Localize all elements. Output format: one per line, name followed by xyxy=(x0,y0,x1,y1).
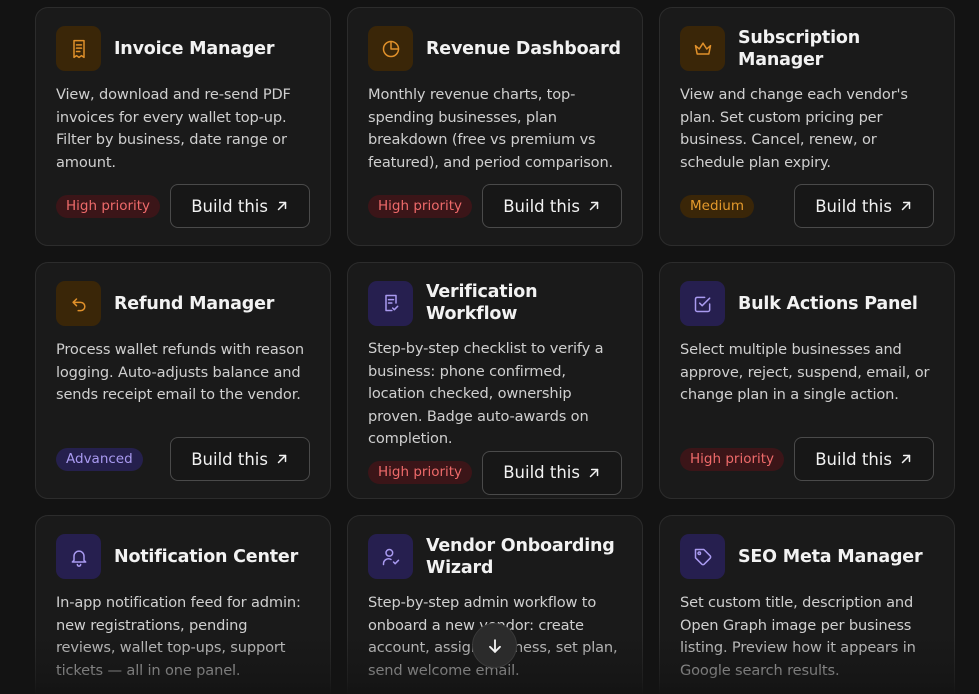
pie-chart-icon xyxy=(368,26,413,71)
card-refund-manager: Refund Manager Process wallet refunds wi… xyxy=(35,262,331,499)
card-header: Bulk Actions Panel xyxy=(680,281,934,326)
card-footer: High priority Build this xyxy=(680,437,934,481)
card-title: Notification Center xyxy=(114,546,299,567)
build-button-label: Build this xyxy=(815,196,892,216)
card-header: Invoice Manager xyxy=(56,26,310,71)
tag-icon xyxy=(680,534,725,579)
card-title: Vendor Onboarding Wizard xyxy=(426,535,615,578)
card-header: Refund Manager xyxy=(56,281,310,326)
build-button-label: Build this xyxy=(503,463,580,482)
checkbox-icon xyxy=(680,281,725,326)
user-check-icon xyxy=(368,534,413,579)
card-footer: High priority Build this xyxy=(368,450,622,495)
card-title: Bulk Actions Panel xyxy=(738,293,918,314)
feature-grid: Invoice Manager View, download and re-se… xyxy=(35,7,955,694)
card-bulk-actions-panel: Bulk Actions Panel Select multiple busin… xyxy=(659,262,955,499)
priority-badge: High priority xyxy=(680,447,785,471)
card-description: Step-by-step checklist to verify a busin… xyxy=(368,340,604,447)
crown-icon xyxy=(680,26,725,71)
arrow-up-right-icon xyxy=(277,454,287,464)
card-verification-workflow: Verification Workflow Step-by-step check… xyxy=(347,262,643,499)
build-button-label: Build this xyxy=(815,449,892,469)
card-description: In-app notification feed for admin: new … xyxy=(56,594,301,679)
card-title: Invoice Manager xyxy=(114,38,275,59)
build-button-label: Build this xyxy=(503,196,580,216)
card-title: Revenue Dashboard xyxy=(426,38,621,59)
card-title: Refund Manager xyxy=(114,293,275,314)
card-invoice-manager: Invoice Manager View, download and re-se… xyxy=(35,7,331,246)
card-seo-meta-manager: SEO Meta Manager Set custom title, descr… xyxy=(659,515,955,694)
card-footer: Advanced Build this xyxy=(56,437,310,481)
arrow-down-icon xyxy=(488,638,501,653)
arrow-up-right-icon xyxy=(589,201,599,211)
undo-arrow-icon xyxy=(56,281,101,326)
file-check-icon xyxy=(368,280,413,326)
card-header: Verification Workflow xyxy=(368,280,622,326)
build-this-button[interactable]: Build this xyxy=(170,437,310,481)
card-header: Notification Center xyxy=(56,534,310,579)
card-description: Process wallet refunds with reason loggi… xyxy=(56,341,305,403)
arrow-up-right-icon xyxy=(901,201,911,211)
card-title: Subscription Manager xyxy=(738,27,860,70)
scroll-down-button[interactable] xyxy=(472,623,517,668)
card-revenue-dashboard: Revenue Dashboard Monthly revenue charts… xyxy=(347,7,643,246)
build-this-button[interactable]: Build this xyxy=(482,450,622,495)
card-footer: Medium Build this xyxy=(680,184,934,228)
arrow-up-right-icon xyxy=(901,454,911,464)
card-footer: High priority Build this xyxy=(368,184,622,228)
build-this-button[interactable]: Build this xyxy=(482,184,622,228)
build-button-label: Build this xyxy=(191,449,268,469)
priority-badge: High priority xyxy=(368,461,473,484)
card-header: Revenue Dashboard xyxy=(368,26,622,71)
card-notification-center: Notification Center In-app notification … xyxy=(35,515,331,694)
bell-icon xyxy=(56,534,101,579)
card-description: View, download and re-send PDF invoices … xyxy=(56,86,291,171)
priority-badge: High priority xyxy=(368,194,473,218)
build-this-button[interactable]: Build this xyxy=(794,437,934,481)
card-subscription-manager: Subscription Manager View and change eac… xyxy=(659,7,955,246)
card-header: Vendor Onboarding Wizard xyxy=(368,534,622,579)
card-title: Verification Workflow xyxy=(426,282,538,324)
card-footer: High priority Build this xyxy=(56,184,310,228)
card-description: Set custom title, description and Open G… xyxy=(680,594,916,679)
card-description: Monthly revenue charts, top-spending bus… xyxy=(368,86,614,171)
arrow-up-right-icon xyxy=(277,201,287,211)
card-description: Select multiple businesses and approve, … xyxy=(680,341,930,403)
arrow-up-right-icon xyxy=(589,468,599,477)
build-this-button[interactable]: Build this xyxy=(170,184,310,228)
build-button-label: Build this xyxy=(191,196,268,216)
build-this-button[interactable]: Build this xyxy=(794,184,934,228)
card-title: SEO Meta Manager xyxy=(738,546,923,567)
card-header: SEO Meta Manager xyxy=(680,534,934,579)
card-header: Subscription Manager xyxy=(680,26,934,71)
receipt-icon xyxy=(56,26,101,71)
priority-badge: Advanced xyxy=(56,447,143,471)
priority-badge: High priority xyxy=(56,194,161,218)
priority-badge: Medium xyxy=(680,194,754,218)
card-description: View and change each vendor's plan. Set … xyxy=(680,86,908,171)
